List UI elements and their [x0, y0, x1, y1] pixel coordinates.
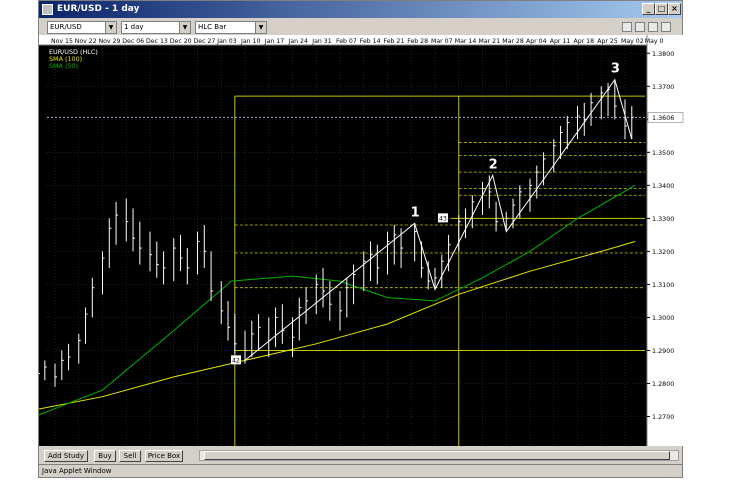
chevron-down-icon: ▼ [179, 22, 190, 33]
x-tick-label: Feb 28 [407, 38, 428, 45]
x-tick-label: Jan 10 [240, 38, 260, 45]
legend-sma-50: SMA (50) [49, 62, 78, 70]
symbol-select[interactable]: EUR/USD ▼ [47, 21, 117, 34]
close-button[interactable]: × [668, 3, 681, 15]
x-tick-label: Dec 27 [194, 38, 216, 45]
y-tick-label: 1.3800 [652, 50, 674, 58]
wave-label: 3 [611, 62, 620, 77]
x-tick-label: Apr 11 [550, 38, 571, 45]
y-tick-label: 1.2800 [652, 380, 674, 388]
x-tick-label: Feb 21 [384, 38, 405, 45]
x-tick-label: Jan 03 [216, 38, 236, 45]
chart-area[interactable]: Nov 15 Nov 22 Nov 29 Dec 06 Dec 13 Dec 20 Dec … [34, 35, 684, 446]
x-tick-label: Apr 04 [526, 38, 547, 45]
toolbar: EUR/USD ▼ 1 day ▼ HLC Bar ▼ [39, 19, 682, 35]
chevron-down-icon: ▼ [255, 22, 266, 33]
x-tick-label: Apr 25 [597, 38, 618, 45]
x-tick-label: Jan 31 [311, 38, 331, 45]
settings-icon[interactable] [648, 22, 658, 32]
y-tick-label: 1.2900 [652, 347, 674, 355]
x-tick-label: Dec 13 [146, 38, 168, 45]
box-label: 42 [232, 357, 240, 364]
y-tick-label: 1.3300 [652, 215, 674, 223]
sell-button[interactable]: Sell [119, 450, 141, 462]
x-tick-label: Nov 15 [51, 38, 73, 45]
box-label: 43 [439, 215, 447, 222]
buy-button[interactable]: Buy [94, 450, 116, 462]
price-chart[interactable]: Nov 15 Nov 22 Nov 29 Dec 06 Dec 13 Dec 20 Dec … [34, 35, 684, 446]
horizontal-scrollbar[interactable] [199, 450, 679, 461]
chart-style-value: HLC Bar [198, 23, 227, 31]
draw-tool-icon[interactable] [622, 22, 632, 32]
applet-window: EUR/USD - 1 day _ □ × EUR/USD ▼ 1 day ▼ … [34, 0, 684, 478]
x-tick-label: Nov 22 [75, 38, 97, 45]
current-price-label: 1.3606 [652, 114, 674, 122]
x-tick-label: Jan 17 [264, 38, 284, 45]
x-tick-label: Mar 21 [479, 38, 501, 45]
x-tick-label: Mar 14 [455, 38, 477, 45]
minimize-button[interactable]: _ [642, 3, 655, 15]
wave-label: 2 [489, 157, 498, 172]
x-tick-label: Jan 24 [288, 38, 308, 45]
x-tick-label: Feb 14 [360, 38, 381, 45]
wave-label: 1 [411, 205, 420, 220]
y-tick-label: 1.3400 [652, 182, 674, 190]
app-icon [42, 4, 53, 15]
y-tick-label: 1.3100 [652, 281, 674, 289]
y-tick-label: 1.3500 [652, 149, 674, 157]
add-study-button[interactable]: Add Study [44, 450, 88, 462]
bottom-bar: Add Study Buy Sell Price Box [39, 449, 682, 463]
window-title: EUR/USD - 1 day [57, 4, 140, 14]
period-value: 1 day [124, 23, 144, 31]
y-tick-label: 1.2700 [652, 413, 674, 421]
x-tick-label: Mar 28 [502, 38, 524, 45]
y-tick-label: 1.3700 [652, 83, 674, 91]
period-select[interactable]: 1 day ▼ [121, 21, 191, 34]
symbol-value: EUR/USD [50, 23, 82, 31]
x-tick-label: Dec 20 [170, 38, 192, 45]
x-tick-label: Mar 07 [431, 38, 453, 45]
x-tick-label: Dec 06 [122, 38, 144, 45]
x-tick-label: Nov 29 [99, 38, 121, 45]
chart-style-select[interactable]: HLC Bar ▼ [195, 21, 267, 34]
x-tick-label: May 0 [645, 38, 664, 45]
maximize-button[interactable]: □ [655, 3, 668, 15]
crosshair-icon[interactable] [635, 22, 645, 32]
chevron-down-icon: ▼ [105, 22, 116, 33]
x-tick-label: May 02 [621, 38, 644, 45]
y-tick-label: 1.3200 [652, 248, 674, 256]
status-bar: Java Applet Window [39, 464, 682, 477]
y-tick-label: 1.3000 [652, 314, 674, 322]
x-tick-label: Feb 07 [336, 38, 357, 45]
print-icon[interactable] [661, 22, 671, 32]
scrollbar-thumb[interactable] [204, 451, 670, 460]
x-tick-label: Apr 18 [574, 38, 595, 45]
price-box-button[interactable]: Price Box [145, 450, 183, 462]
title-bar: EUR/USD - 1 day _ □ × [39, 1, 682, 18]
